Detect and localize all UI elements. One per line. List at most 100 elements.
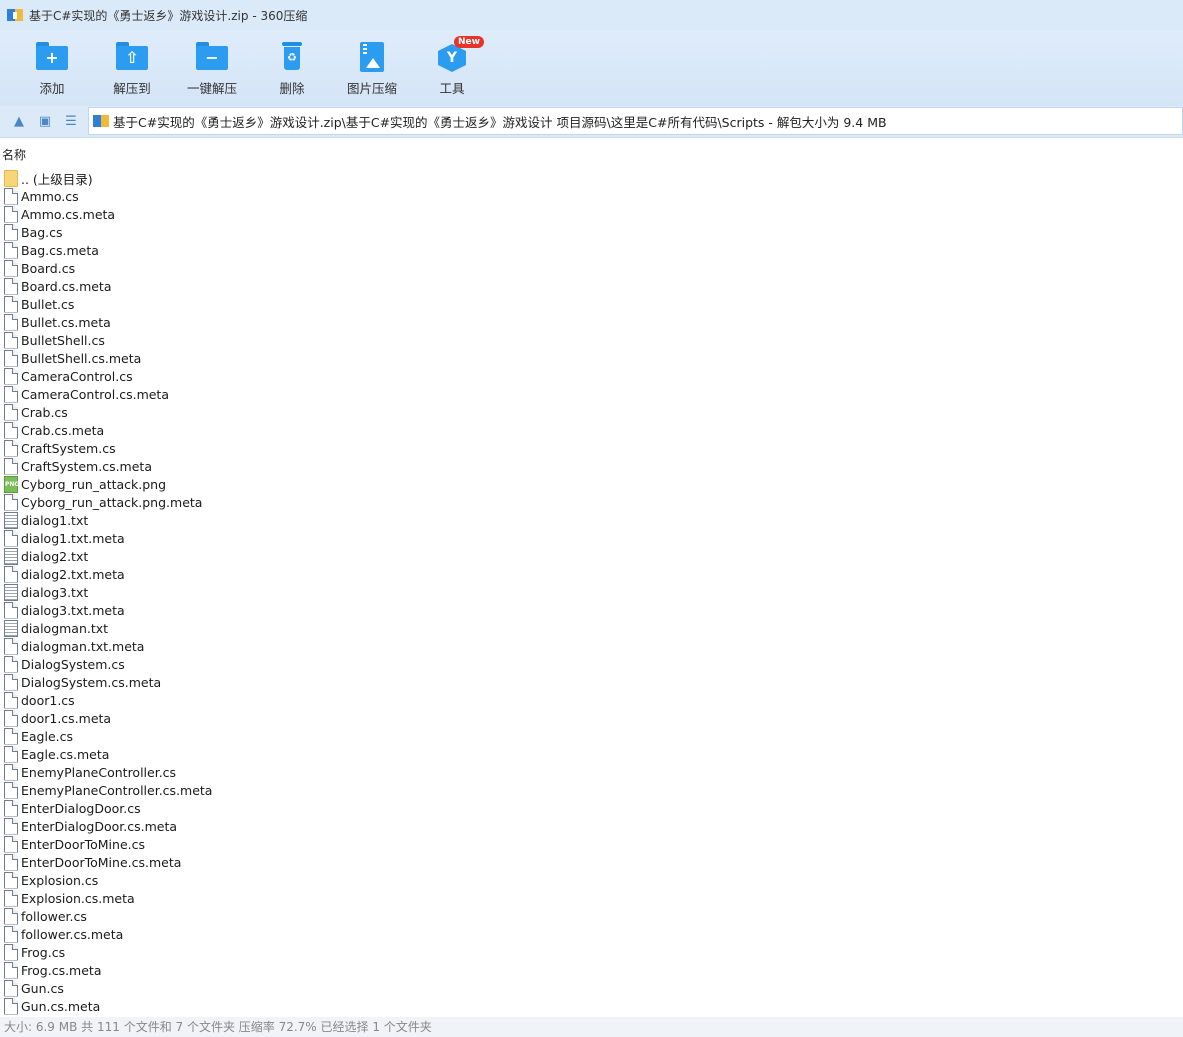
file-name: Gun.cs [21,980,64,996]
file-name: Ammo.cs [21,188,79,204]
image-file-icon: PNG [4,475,19,493]
file-icon [4,313,18,331]
file-row[interactable]: CameraControl.cs.meta [4,385,169,403]
file-icon [4,997,18,1015]
file-row[interactable]: Gun.cs.meta [4,997,100,1015]
file-row[interactable]: PNG Cyborg_run_attack.png [4,475,166,493]
file-row[interactable]: dialog2.txt [4,547,88,565]
one-click-extract-button[interactable]: − 一键解压 [172,36,252,100]
file-name: EnterDoorToMine.cs.meta [21,854,182,870]
file-name: Crab.cs.meta [21,422,105,438]
file-row[interactable]: Cyborg_run_attack.png.meta [4,493,202,511]
file-icon [4,241,18,259]
file-name: EnemyPlaneController.cs [21,764,177,780]
list-view-icon[interactable]: ☰ [63,114,79,130]
file-row[interactable]: Bullet.cs.meta [4,313,111,331]
thumbnail-view-icon[interactable]: ▣ [37,114,53,130]
file-row[interactable]: Board.cs [4,259,75,277]
file-row[interactable]: door1.cs [4,691,75,709]
column-header-name[interactable]: 名称 [0,146,26,164]
file-icon [4,223,18,241]
file-name: Board.cs [21,260,76,276]
file-row[interactable]: dialogman.txt [4,619,108,637]
file-icon [4,637,18,655]
path-field[interactable]: 基于C#实现的《勇士返乡》游戏设计.zip\基于C#实现的《勇士返乡》游戏设计 … [88,107,1183,135]
file-name: CameraControl.cs.meta [21,386,169,402]
file-row[interactable]: Crab.cs.meta [4,421,104,439]
file-name: dialog1.txt [21,512,89,528]
app-logo-icon [7,7,23,23]
delete-button[interactable]: ♻ 删除 [252,36,332,100]
file-row[interactable]: CraftSystem.cs.meta [4,457,152,475]
file-row[interactable]: follower.cs.meta [4,925,123,943]
parent-folder-row[interactable]: .. (上级目录) [4,169,93,187]
file-row[interactable]: CameraControl.cs [4,367,133,385]
file-name: Board.cs.meta [21,278,112,294]
image-compress-button-label: 图片压缩 [346,81,397,96]
folder-icon [4,169,18,187]
file-name: Bullet.cs.meta [21,314,111,330]
file-row[interactable]: EnterDialogDoor.cs [4,799,141,817]
file-name: DialogSystem.cs [21,656,125,672]
file-name: door1.cs.meta [21,710,112,726]
file-icon [4,205,18,223]
file-name: Bag.cs [21,224,63,240]
file-icon [4,277,18,295]
file-row[interactable]: dialog2.txt.meta [4,565,125,583]
add-button[interactable]: + 添加 [12,36,92,100]
file-row[interactable]: EnemyPlaneController.cs.meta [4,781,212,799]
file-name: Frog.cs.meta [21,962,102,978]
file-row[interactable]: Bullet.cs [4,295,74,313]
file-row[interactable]: Crab.cs [4,403,68,421]
file-row[interactable]: follower.cs [4,907,87,925]
file-row[interactable]: Explosion.cs.meta [4,889,135,907]
file-row[interactable]: Explosion.cs [4,871,98,889]
file-row[interactable]: EnterDoorToMine.cs.meta [4,853,181,871]
file-row[interactable]: Frog.cs [4,943,65,961]
file-row[interactable]: Board.cs.meta [4,277,112,295]
file-row[interactable]: EnterDoorToMine.cs [4,835,145,853]
file-row[interactable]: DialogSystem.cs.meta [4,673,161,691]
file-row[interactable]: Ammo.cs [4,187,79,205]
status-bar: 大小: 6.9 MB 共 111 个文件和 7 个文件夹 压缩率 72.7% 已… [0,1017,1183,1037]
image-compress-button[interactable]: 图片压缩 [332,36,412,100]
file-row[interactable]: dialog1.txt.meta [4,529,125,547]
file-row[interactable]: Gun.cs [4,979,64,997]
file-row[interactable]: BulletShell.cs.meta [4,349,141,367]
file-row[interactable]: dialogman.txt.meta [4,637,144,655]
file-icon [4,745,18,763]
file-row[interactable]: EnemyPlaneController.cs [4,763,176,781]
file-row[interactable]: Bag.cs.meta [4,241,99,259]
file-name: dialog3.txt.meta [21,602,125,618]
file-row[interactable]: dialog1.txt [4,511,88,529]
file-icon [4,781,18,799]
address-bar: ▲ ▣ ☰ 基于C#实现的《勇士返乡》游戏设计.zip\基于C#实现的《勇士返乡… [0,106,1183,138]
file-row[interactable]: DialogSystem.cs [4,655,125,673]
file-row[interactable]: Eagle.cs [4,727,73,745]
file-icon [4,655,18,673]
file-row[interactable]: CraftSystem.cs [4,439,116,457]
file-icon [4,853,18,871]
file-row[interactable]: door1.cs.meta [4,709,111,727]
file-name: Eagle.cs.meta [21,746,110,762]
folder-extract-icon: ⇧ [116,42,148,72]
file-row[interactable]: EnterDialogDoor.cs.meta [4,817,177,835]
file-row[interactable]: Bag.cs [4,223,63,241]
file-icon [4,835,18,853]
one-click-extract-button-label: 一键解压 [186,81,237,96]
up-arrow-icon[interactable]: ▲ [11,114,27,130]
file-icon [4,691,18,709]
file-icon [4,385,18,403]
extract-to-button[interactable]: ⇧ 解压到 [92,36,172,100]
file-row[interactable]: BulletShell.cs [4,331,105,349]
delete-button-label: 删除 [279,81,305,96]
file-row[interactable]: dialog3.txt.meta [4,601,125,619]
tools-button[interactable]: Y New 工具 [412,36,492,100]
file-row[interactable]: Frog.cs.meta [4,961,102,979]
file-name: dialog2.txt [21,548,89,564]
file-row[interactable]: dialog3.txt [4,583,88,601]
file-row[interactable]: Eagle.cs.meta [4,745,109,763]
file-icon [4,925,18,943]
file-row[interactable]: Ammo.cs.meta [4,205,115,223]
file-icon [4,331,18,349]
